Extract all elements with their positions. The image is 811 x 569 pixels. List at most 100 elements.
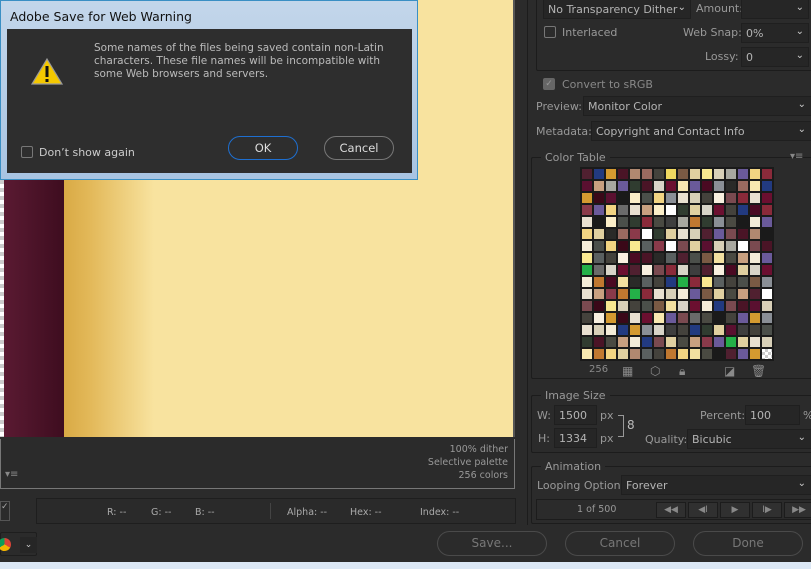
color-swatch[interactable]	[665, 300, 677, 312]
color-swatch[interactable]	[617, 324, 629, 336]
color-swatch[interactable]	[725, 264, 737, 276]
color-swatch[interactable]	[713, 312, 725, 324]
color-swatch[interactable]	[689, 348, 701, 360]
color-swatch[interactable]	[761, 192, 773, 204]
color-swatch[interactable]	[641, 288, 653, 300]
color-swatch[interactable]	[653, 288, 665, 300]
color-swatch[interactable]	[629, 168, 641, 180]
color-swatch[interactable]	[677, 192, 689, 204]
color-swatch[interactable]	[605, 312, 617, 324]
color-swatch[interactable]	[761, 240, 773, 252]
color-swatch[interactable]	[629, 288, 641, 300]
color-swatch[interactable]	[725, 336, 737, 348]
lossy-input[interactable]: 0 ⌄	[741, 47, 809, 67]
color-swatch[interactable]	[761, 300, 773, 312]
color-swatch[interactable]	[677, 252, 689, 264]
color-swatch[interactable]	[761, 312, 773, 324]
color-swatch[interactable]	[653, 228, 665, 240]
color-swatch[interactable]	[605, 204, 617, 216]
lock-icon[interactable]: 🔒︎	[679, 364, 685, 379]
color-swatch[interactable]	[653, 216, 665, 228]
color-swatch[interactable]	[761, 348, 773, 360]
color-swatch[interactable]	[689, 228, 701, 240]
color-swatch[interactable]	[605, 228, 617, 240]
color-swatch[interactable]	[605, 252, 617, 264]
color-swatch[interactable]	[677, 312, 689, 324]
color-swatch[interactable]	[641, 324, 653, 336]
color-swatch[interactable]	[689, 264, 701, 276]
color-swatch[interactable]	[737, 204, 749, 216]
color-swatch[interactable]	[581, 276, 593, 288]
color-swatch[interactable]	[713, 336, 725, 348]
color-swatch[interactable]	[701, 240, 713, 252]
color-swatch[interactable]	[629, 240, 641, 252]
color-swatch[interactable]	[737, 180, 749, 192]
color-swatch[interactable]	[593, 336, 605, 348]
color-swatch[interactable]	[665, 240, 677, 252]
color-swatch[interactable]	[749, 348, 761, 360]
chevron-down-icon[interactable]: ⌄	[20, 537, 37, 553]
color-swatch[interactable]	[761, 168, 773, 180]
color-swatch[interactable]	[749, 168, 761, 180]
color-swatch[interactable]	[605, 276, 617, 288]
color-swatch[interactable]	[665, 216, 677, 228]
color-swatch[interactable]	[713, 192, 725, 204]
color-swatch[interactable]	[593, 168, 605, 180]
color-swatch[interactable]	[617, 240, 629, 252]
color-swatch[interactable]	[761, 228, 773, 240]
color-swatch[interactable]	[701, 336, 713, 348]
color-swatch[interactable]	[617, 252, 629, 264]
color-swatch[interactable]	[617, 276, 629, 288]
panel-menu-icon[interactable]: ▾≡	[790, 151, 803, 162]
color-swatch[interactable]	[725, 180, 737, 192]
save-button[interactable]: Save...	[437, 531, 547, 556]
color-swatch[interactable]	[701, 288, 713, 300]
color-swatch[interactable]	[677, 276, 689, 288]
color-swatch[interactable]	[749, 336, 761, 348]
cube-icon[interactable]: ⬡	[650, 364, 660, 378]
color-swatch[interactable]	[593, 348, 605, 360]
color-swatch[interactable]	[653, 276, 665, 288]
preview-browser-button[interactable]: ⌄	[0, 532, 37, 556]
color-swatch[interactable]	[617, 312, 629, 324]
play-button[interactable]: ▶	[720, 502, 750, 518]
color-swatch[interactable]	[689, 216, 701, 228]
color-swatch[interactable]	[761, 216, 773, 228]
color-swatch[interactable]	[581, 336, 593, 348]
color-swatch[interactable]	[629, 312, 641, 324]
color-swatch[interactable]	[737, 240, 749, 252]
color-swatch[interactable]	[689, 336, 701, 348]
color-swatch[interactable]	[737, 324, 749, 336]
color-swatch[interactable]	[749, 264, 761, 276]
color-swatch[interactable]	[629, 348, 641, 360]
color-swatch[interactable]	[629, 180, 641, 192]
color-swatch[interactable]	[689, 300, 701, 312]
color-swatch[interactable]	[725, 228, 737, 240]
color-swatch[interactable]	[749, 300, 761, 312]
color-swatch[interactable]	[701, 312, 713, 324]
width-input[interactable]: 1500	[554, 405, 597, 425]
color-swatch[interactable]	[749, 204, 761, 216]
color-swatch[interactable]	[629, 216, 641, 228]
color-swatch[interactable]	[701, 180, 713, 192]
color-swatch[interactable]	[593, 288, 605, 300]
color-swatch[interactable]	[701, 168, 713, 180]
color-swatch[interactable]	[713, 288, 725, 300]
color-swatch[interactable]	[689, 276, 701, 288]
color-swatch[interactable]	[653, 252, 665, 264]
color-swatch[interactable]	[605, 288, 617, 300]
color-swatch[interactable]	[689, 180, 701, 192]
color-swatch[interactable]	[665, 312, 677, 324]
color-swatch[interactable]	[581, 204, 593, 216]
color-swatch[interactable]	[701, 204, 713, 216]
color-swatch[interactable]	[665, 336, 677, 348]
color-swatch[interactable]	[737, 168, 749, 180]
color-swatch[interactable]	[725, 276, 737, 288]
color-swatch[interactable]	[713, 228, 725, 240]
color-swatch[interactable]	[749, 180, 761, 192]
color-swatch[interactable]	[653, 324, 665, 336]
color-swatch[interactable]	[581, 264, 593, 276]
color-swatch[interactable]	[761, 324, 773, 336]
previous-frame-button[interactable]: ◀I	[688, 502, 718, 518]
color-swatch[interactable]	[653, 336, 665, 348]
